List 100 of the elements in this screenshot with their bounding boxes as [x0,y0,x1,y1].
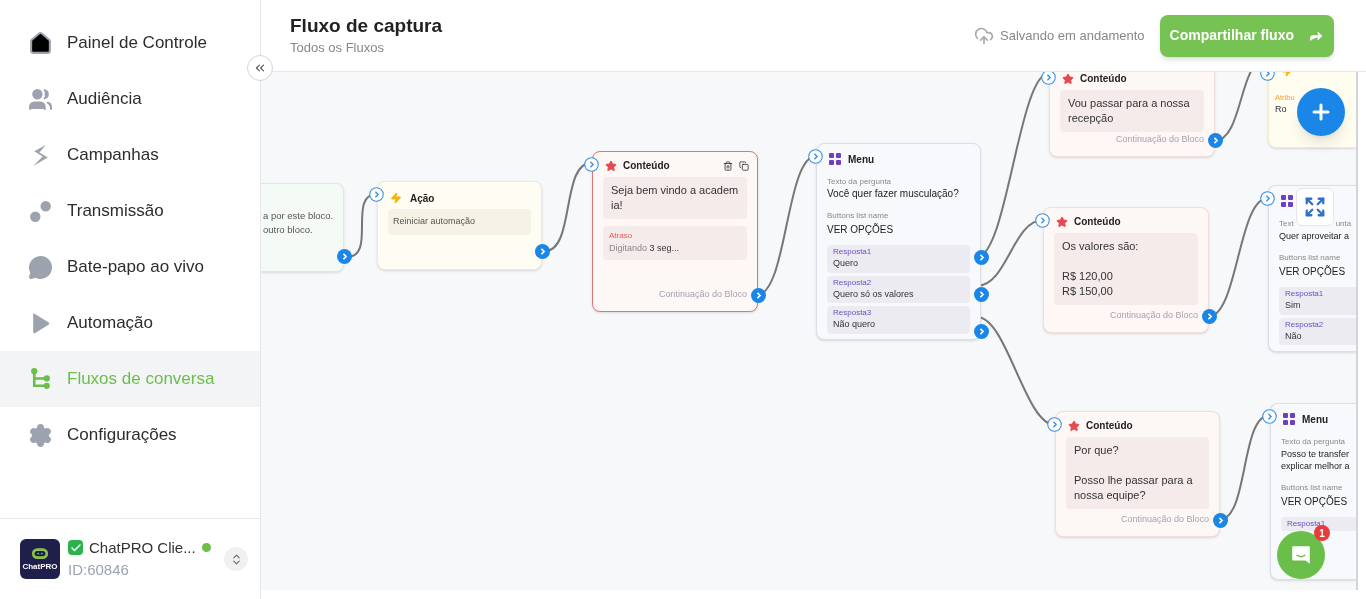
node-title: Conteúdo [623,159,670,173]
notification-badge: 1 [1314,525,1330,541]
breadcrumb-link[interactable]: Todos os Fluxos [290,37,443,58]
output-port[interactable] [974,287,989,302]
delay-value: Digitando 3 seg... [609,242,681,255]
copy-icon[interactable] [739,160,749,171]
field-label: Buttons list name [1281,482,1344,494]
grid-icon [1281,195,1293,207]
list-name: VER OPÇÕES [1279,264,1347,279]
input-port[interactable] [584,157,599,172]
account-name: ChatPRO Clie... [89,537,196,558]
question-text: Você quer fazer musculação? [827,188,960,200]
star-icon [605,159,617,172]
response-value: Quero só os valores [833,287,915,301]
switch-account-button[interactable] [224,547,248,571]
field-label: Buttons list name [827,210,890,222]
continuation-label: Continuação do Bloco [1115,132,1204,146]
message-bubble: Seja bem vindo a academia! [603,177,747,219]
chat-icon [1290,544,1312,566]
output-port[interactable] [974,250,989,265]
input-port[interactable] [369,187,384,202]
nav-item[interactable]: Automação [0,295,260,351]
chat-bot-icon [31,547,49,562]
account-id: ID:60846 [68,560,130,580]
output-port[interactable] [974,324,989,339]
question-text: Quer aproveitar a [1279,230,1351,242]
nav-item[interactable]: Campanhas [0,127,260,183]
response-option[interactable]: Resposta2 Quero só os valores [827,275,970,303]
input-port[interactable] [1035,213,1050,228]
field-label: Texto da pergunta [1281,436,1347,448]
response-label: Resposta1 [833,247,873,257]
output-port[interactable] [1202,309,1217,324]
node-title: Conteúdo [1086,419,1133,433]
node-title: Menu [1302,412,1329,427]
lightning-icon [390,192,402,204]
nav-item[interactable]: Configurações [0,407,260,463]
input-port[interactable] [1047,417,1062,432]
list-name: VER OPÇÕES [1281,494,1349,509]
trash-icon[interactable] [723,160,733,171]
logo-text: ChatPRO [22,562,58,571]
menu-node[interactable]: Text unta Quer aproveitar a Buttons list name VER OPÇÕES Resposta1 Sim Resposta2 Não [1268,185,1356,352]
input-port[interactable] [1262,409,1277,424]
nav-item[interactable]: Transmissão [0,183,260,239]
note-node[interactable]: a por este bloco. outro bloco. [261,183,344,272]
content-node[interactable]: Conteúdo Vou passar para a nossa recepção Continuação do Bloco [1049,72,1215,157]
response-label: Resposta1 [1285,289,1325,299]
response-option[interactable]: Resposta2 Não [1279,317,1356,345]
response-option[interactable]: Resposta1 Sim [1279,287,1356,315]
list-name: VER OPÇÕES [827,222,895,237]
star-icon [1056,215,1068,228]
house-icon [28,30,53,56]
response-option[interactable]: Resposta1 Quero [827,245,970,273]
dots-icon [28,198,53,224]
node-title: Conteúdo [1080,72,1127,86]
response-label: Resposta2 [833,277,873,288]
message-bubble: Vou passar para a nossa recepção [1060,90,1204,132]
expand-icon [1304,196,1326,218]
assign-value: Ro [1275,103,1287,117]
node-title: Ação [410,191,435,206]
page-title: Fluxo de captura [290,13,443,38]
action-node[interactable]: Ação Reiniciar automação [377,181,542,270]
branch-icon [28,366,53,392]
nav-item[interactable]: Bate-papo ao vivo [0,239,260,295]
content-node[interactable]: Conteúdo Por que? Posso lhe passar para a nossa equipe? Continuação do Bloco [1055,411,1220,537]
response-option[interactable]: Resposta3 Não quero [827,306,970,334]
grid-icon [1283,413,1295,425]
fit-view-button[interactable] [1296,188,1334,226]
chat-bubble-icon [28,254,53,280]
response-label: Resposta3 [833,308,873,318]
nav-item[interactable]: Painel de Controle [0,15,260,71]
output-port[interactable] [751,288,766,303]
response-value: Não [1285,329,1303,343]
field-label: Text [1279,218,1294,230]
output-port[interactable] [535,244,550,259]
nav-item[interactable]: Audiência [0,71,260,127]
star-icon [1062,72,1074,85]
grid-icon [829,153,841,165]
output-port[interactable] [337,249,352,264]
output-port[interactable] [1213,513,1228,528]
question-text: Posso te transfer explicar melhor a [1281,448,1351,472]
input-port[interactable] [1260,191,1275,206]
double-chevron-icon [253,61,267,75]
save-status: Salvando em andamento [1000,26,1145,45]
field-label: unta [1335,218,1352,230]
message-bubble: Por que? Posso lhe passar para a nossa equipe? [1066,437,1209,509]
input-port[interactable] [1041,72,1056,85]
response-value: Sim [1285,299,1302,312]
node-title: Conteúdo [1074,215,1121,229]
output-port[interactable] [1208,133,1223,148]
note-text: a por este bloco. [263,209,335,223]
content-node[interactable]: Conteúdo Seja bem vindo a academia! Atraso Digitando 3 seg... Continuação do Bloco [592,151,758,312]
menu-node[interactable]: Menu Texto da pergunta Você quer fazer musculação? Buttons list name VER OPÇÕES Resposta1 Quero Resposta2 Quero só os valores Resposta3 Não quero [816,143,981,340]
delay-label: Atraso [609,230,634,242]
people-icon [28,86,53,112]
action-field: Reiniciar automação [388,209,531,235]
content-node[interactable]: Conteúdo Os valores são: R$ 120,00 R$ 150,00 Continuação do Bloco [1043,207,1209,333]
field-label: Buttons list name [1279,252,1342,264]
input-port[interactable] [808,149,823,164]
collapse-button[interactable] [247,55,273,81]
message-bubble: Os valores são: R$ 120,00 R$ 150,00 [1054,233,1198,305]
